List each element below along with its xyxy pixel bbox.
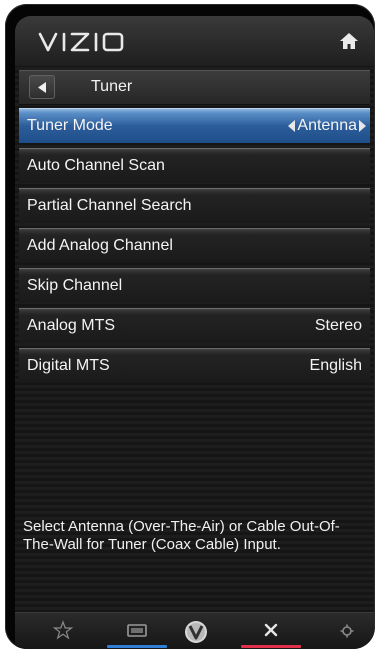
widescreen-icon[interactable] xyxy=(107,613,167,649)
tuner-mode-selector[interactable]: Antenna xyxy=(288,117,366,135)
menu-row-label: Digital MTS xyxy=(27,357,110,374)
close-icon[interactable] xyxy=(241,613,301,649)
menu-row-partial-channel-search[interactable]: Partial Channel Search xyxy=(19,188,370,223)
close-accent-line xyxy=(241,645,301,648)
tuner-mode-value: Antenna xyxy=(297,117,357,134)
menu-row-auto-channel-scan[interactable]: Auto Channel Scan xyxy=(19,148,370,183)
chevron-left-icon[interactable] xyxy=(288,120,296,132)
menu-row-analog-mts[interactable]: Analog MTS Stereo xyxy=(19,308,370,343)
digital-mts-value: English xyxy=(309,357,362,374)
bottom-bar xyxy=(15,612,374,649)
menu-row-label: Auto Channel Scan xyxy=(27,157,165,174)
header xyxy=(15,16,374,66)
star-icon[interactable] xyxy=(51,613,75,649)
vizio-logo xyxy=(38,32,124,52)
back-arrow-icon[interactable] xyxy=(29,75,55,99)
page-title: Tuner xyxy=(91,78,133,95)
menu-row-add-analog-channel[interactable]: Add Analog Channel xyxy=(19,228,370,263)
gear-icon[interactable] xyxy=(335,613,359,649)
tv-frame: Tuner Tuner Mode Antenna Auto Channel Sc… xyxy=(5,4,375,649)
menu-row-label: Tuner Mode xyxy=(27,117,113,134)
menu-row-digital-mts[interactable]: Digital MTS English xyxy=(19,348,370,383)
chevron-right-icon[interactable] xyxy=(359,120,366,132)
settings-panel: Tuner Tuner Mode Antenna Auto Channel Sc… xyxy=(15,16,374,649)
menu-row-tuner-mode[interactable]: Tuner Mode Antenna xyxy=(19,108,370,143)
menu-row-label: Analog MTS xyxy=(27,317,116,334)
menu-row-skip-channel[interactable]: Skip Channel xyxy=(19,268,370,303)
menu-row-label: Add Analog Channel xyxy=(27,237,173,254)
help-text: Select Antenna (Over-The-Air) or Cable O… xyxy=(23,518,340,553)
menu-row-label: Skip Channel xyxy=(27,277,123,294)
vizio-v-icon[interactable] xyxy=(181,613,211,649)
widescreen-accent-line xyxy=(107,645,167,648)
breadcrumb-bar: Tuner xyxy=(19,70,370,105)
menu-row-label: Partial Channel Search xyxy=(27,197,192,214)
home-icon[interactable] xyxy=(338,30,360,52)
analog-mts-value: Stereo xyxy=(314,317,362,334)
